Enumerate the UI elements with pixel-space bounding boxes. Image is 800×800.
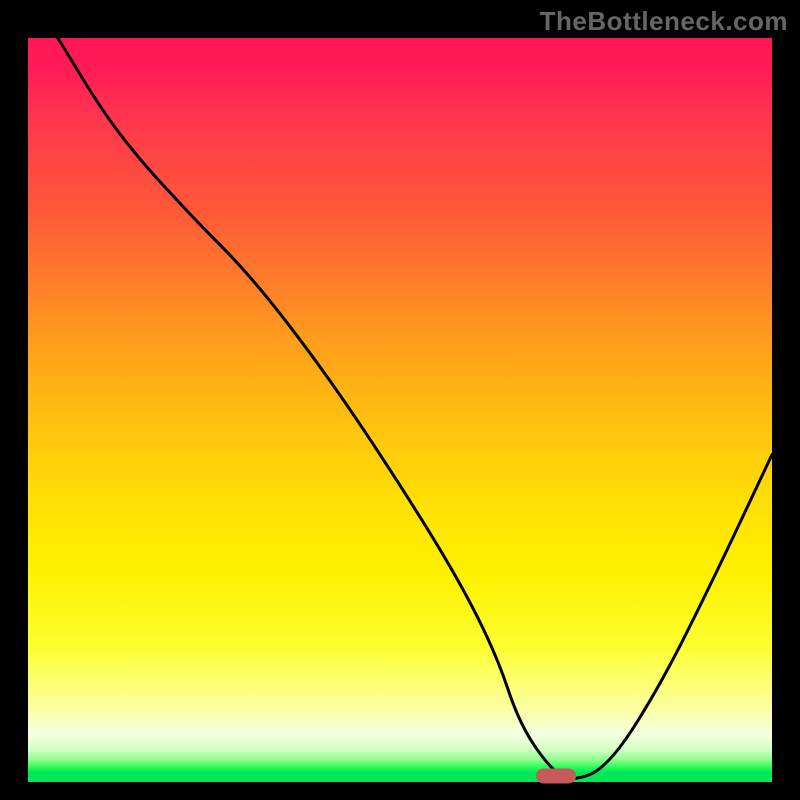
watermark-text: TheBottleneck.com: [540, 6, 788, 37]
optimum-marker: [536, 769, 576, 784]
gradient-background: [28, 38, 772, 782]
plot-area: [28, 38, 772, 782]
chart-container: TheBottleneck.com: [0, 0, 800, 800]
